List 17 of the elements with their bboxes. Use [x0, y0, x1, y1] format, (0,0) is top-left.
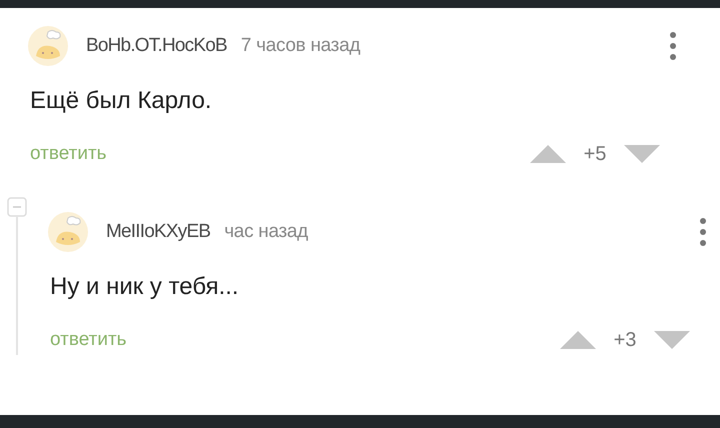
- author-name[interactable]: MeIIIoKXyEB: [106, 218, 210, 246]
- upvote-icon[interactable]: [530, 145, 566, 163]
- comment-time: час назад: [224, 220, 308, 244]
- more-menu-icon[interactable]: [700, 218, 706, 246]
- score: +5: [582, 142, 608, 167]
- comment-text: Ну и ник у тебя...: [50, 272, 240, 302]
- upvote-icon[interactable]: [560, 331, 596, 349]
- comment-text: Ещё был Карло.: [30, 86, 213, 116]
- collapse-icon[interactable]: [7, 197, 27, 217]
- downvote-icon[interactable]: [654, 331, 690, 349]
- downvote-icon[interactable]: [624, 145, 660, 163]
- avatar-icon[interactable]: [28, 26, 68, 66]
- more-menu-icon[interactable]: [670, 32, 676, 60]
- score: +3: [612, 328, 638, 353]
- author-name[interactable]: BoHb.OT.HocKoB: [86, 32, 227, 60]
- avatar-icon[interactable]: [48, 212, 88, 252]
- comment-time: 7 часов назад: [240, 34, 360, 58]
